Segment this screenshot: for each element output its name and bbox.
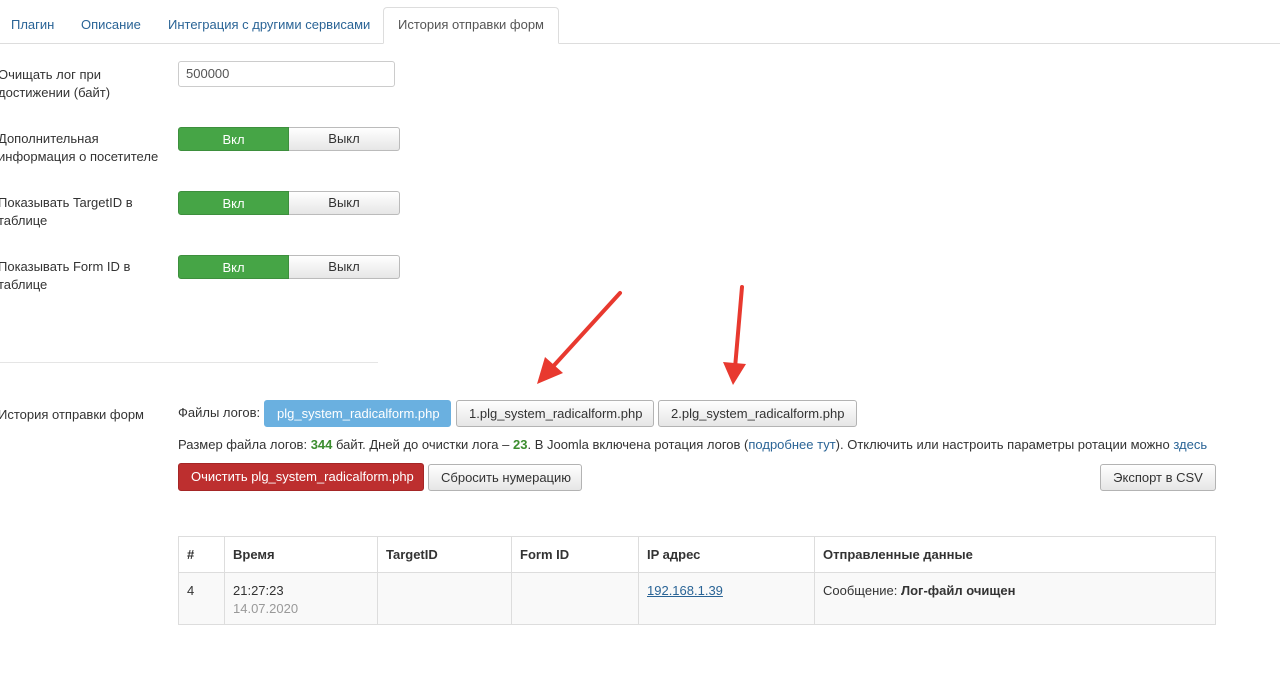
arrow-icon [723, 285, 746, 385]
arrow-icon [537, 291, 622, 384]
annotation-arrows [537, 285, 746, 385]
